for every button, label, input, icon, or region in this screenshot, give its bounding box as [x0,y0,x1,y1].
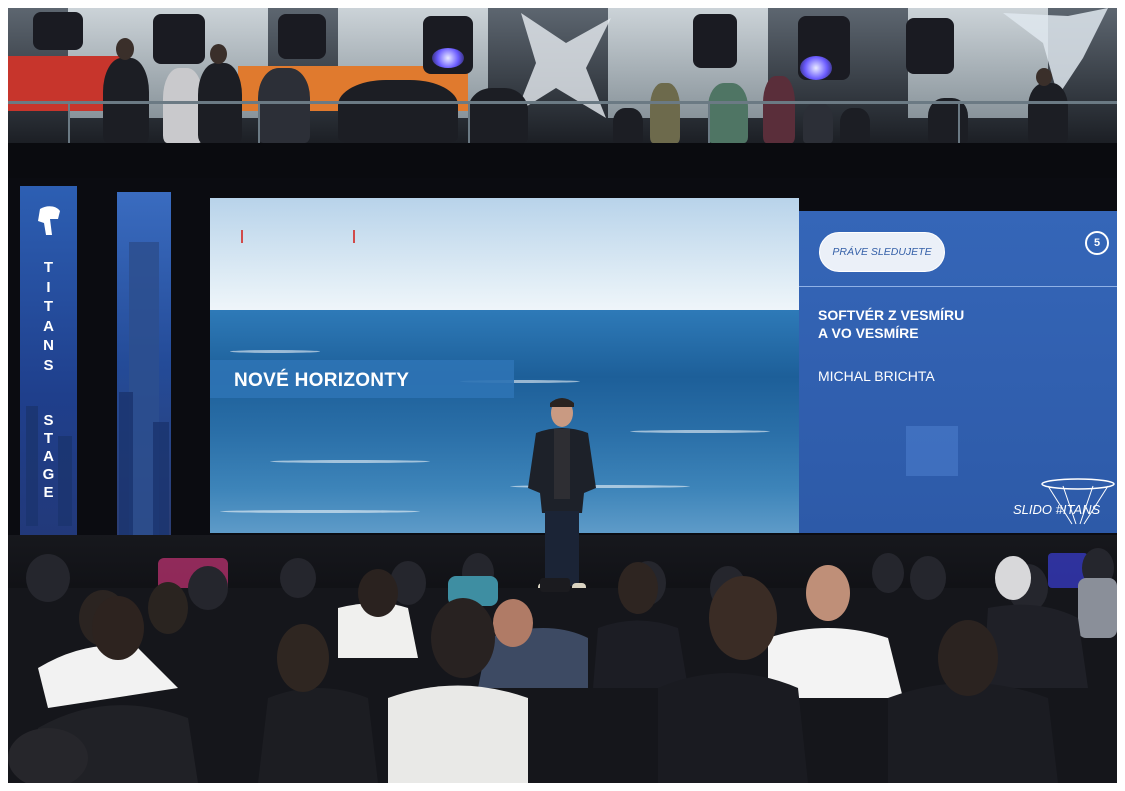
wave [230,350,320,353]
titans-vertical-text: T I T A N S [20,258,77,375]
letter: A [43,448,54,465]
titans-helmet-logo [38,206,60,235]
stage-vertical-text: S T A G E [20,412,77,502]
person [928,98,968,143]
stage-light [693,14,737,68]
slido-hashtag: SLIDO #ITANS [1013,502,1101,517]
tower-illustration [1041,478,1115,525]
person [763,76,795,143]
main-led-screen: NOVÉ HORIZONTY [210,198,799,533]
person-head [1036,68,1052,86]
letter: A [43,317,54,335]
letter: E [43,484,54,501]
balcony-railing [8,101,1117,104]
letter: N [43,337,54,354]
letter: G [42,466,55,483]
person [708,83,748,143]
panel-divider [799,286,1117,287]
railing-post [468,101,470,143]
panel-decor-square [906,426,958,476]
banner-title: NOVÉ HORIZONTY [234,370,410,391]
balcony [8,8,1117,158]
stage-light [278,14,326,59]
now-watching-pill: PRÁVE SLEDUJETE [819,232,945,272]
sea [210,310,799,533]
letter: S [43,412,54,429]
letter: I [46,278,51,296]
skyline-pillar [117,192,171,535]
person [468,88,528,143]
screen-marker [241,230,243,243]
railing-post [958,101,960,143]
talk-title-line-2: A VO VESMÍRE [818,325,919,341]
screen-marker [353,230,355,243]
letter: S [43,356,54,374]
wave [220,510,420,513]
stage-light [33,12,83,50]
stage-light [906,18,954,74]
railing-post [258,101,260,143]
event-photo: T I T A N S S T A G E NOVÉ HORIZONTY PRÁ… [8,8,1117,783]
person [1028,83,1068,143]
person [258,68,310,143]
skyline-building [119,392,133,535]
audience [8,548,1117,783]
wave [270,460,430,463]
person [840,108,870,143]
light-lens [800,56,832,80]
railing-post [68,101,70,143]
light-lens [432,48,464,68]
letter: T [43,430,54,447]
session-number-badge: 5 [1085,231,1109,255]
speaker-name: MICHAL BRICHTA [818,368,935,384]
railing-post [708,101,710,143]
person-head [210,44,227,64]
person [650,83,680,143]
person [163,68,203,143]
wave [630,430,770,433]
crowd-group [338,80,458,143]
letter: T [43,259,54,276]
sky [210,198,799,313]
person [613,108,643,143]
person [803,103,833,143]
person-head [116,38,134,60]
letter: T [43,298,54,315]
skyline-building [153,422,169,535]
talk-title-line-1: SOFTVÉR Z VESMÍRU [818,307,965,323]
stage-light [153,14,205,64]
